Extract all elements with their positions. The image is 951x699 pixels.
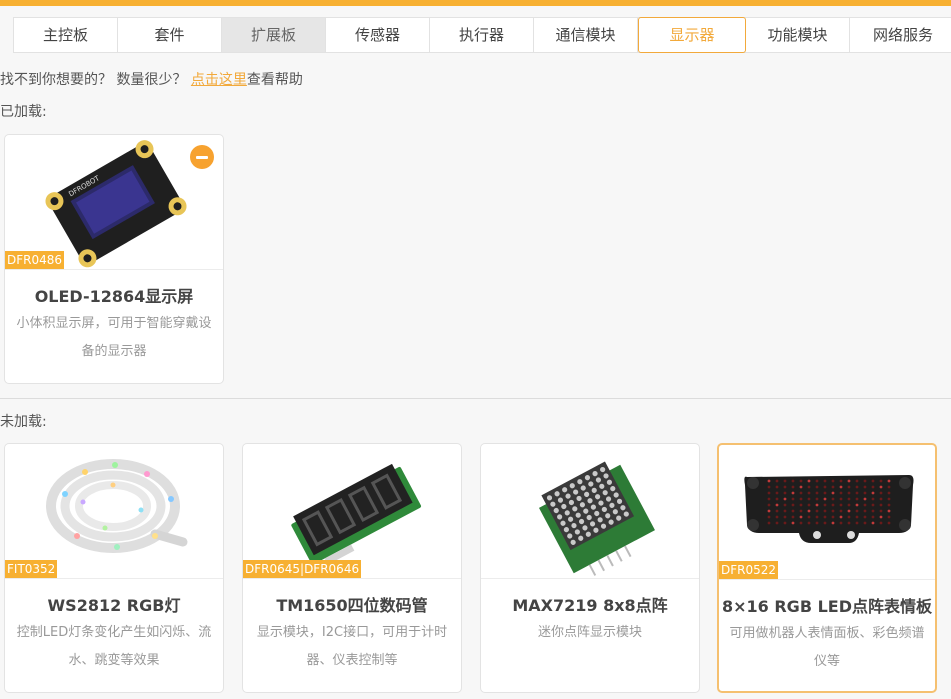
card-description: 小体积显示屏，可用于智能穿戴设备的显示器 <box>16 316 212 359</box>
card-image: FIT0352 <box>5 444 223 579</box>
help-text: 找不到你想要的？ 数量很少？ 点击这里查看帮助 <box>0 69 303 89</box>
loaded-section-label: 已加载: <box>0 104 47 120</box>
category-tabs: 主控板 套件 扩展板 传感器 执行器 通信模块 显示器 功能模块 网络服务 <box>13 17 951 53</box>
product-code-badge: DFR0522 <box>719 561 779 579</box>
card-image <box>481 444 699 579</box>
card-title: MAX7219 8x8点阵 <box>512 596 668 615</box>
tab-expansion-board[interactable]: 扩展板 <box>222 18 326 52</box>
tab-sensors[interactable]: 传感器 <box>326 18 430 52</box>
tab-network-services[interactable]: 网络服务 <box>850 18 951 52</box>
tab-function-modules[interactable]: 功能模块 <box>746 18 850 52</box>
card-description: 显示模块，I2C接口，可用于计时器、仪表控制等 <box>256 625 448 668</box>
rgb-face-panel-image <box>744 475 914 543</box>
product-code-badge: FIT0352 <box>5 560 58 578</box>
unloaded-section-label: 未加载: <box>0 414 47 430</box>
dot-matrix-image <box>539 461 655 576</box>
card-description: 迷你点阵显示模块 <box>537 625 642 640</box>
card-title: OLED-12864显示屏 <box>34 287 194 306</box>
product-code-badge: DFR0645|DFR0646 <box>243 560 362 578</box>
card-description: 可用做机器人表情面板、彩色频谱仪等 <box>729 626 925 669</box>
card-title: 8×16 RGB LED点阵表情板 <box>721 597 932 616</box>
section-divider <box>0 398 951 399</box>
extension-card-oled[interactable]: DFROBOT DFR0486 OLED-12864显示屏 小体积显示屏，可用于… <box>4 134 224 384</box>
help-suffix: 查看帮助 <box>246 72 303 88</box>
seven-segment-display-image <box>291 463 422 565</box>
tab-actuators[interactable]: 执行器 <box>430 18 534 52</box>
help-prefix: 找不到你想要的？ 数量很少？ <box>0 72 191 88</box>
help-link[interactable]: 点击这里 <box>191 72 247 88</box>
tab-main-board[interactable]: 主控板 <box>14 18 118 52</box>
card-image: DFR0522 <box>719 445 935 580</box>
extension-card-max7219[interactable]: MAX7219 8x8点阵 迷你点阵显示模块 <box>480 443 700 693</box>
tab-communication[interactable]: 通信模块 <box>534 18 638 52</box>
tab-kits[interactable]: 套件 <box>118 18 222 52</box>
card-title: TM1650四位数码管 <box>276 596 428 615</box>
extension-card-ws2812[interactable]: FIT0352 WS2812 RGB灯 控制LED灯条变化产生如闪烁、流水、跳变… <box>4 443 224 693</box>
extension-card-rgb-matrix[interactable]: DFR0522 8×16 RGB LED点阵表情板 可用做机器人表情面板、彩色频… <box>717 443 937 693</box>
product-code-badge: DFR0486 <box>5 251 65 269</box>
tab-display[interactable]: 显示器 <box>638 17 746 53</box>
top-accent-bar <box>0 0 951 6</box>
card-description: 控制LED灯条变化产生如闪烁、流水、跳变等效果 <box>16 625 212 668</box>
led-strip-image <box>46 459 188 553</box>
extension-card-tm1650[interactable]: DFR0645|DFR0646 TM1650四位数码管 显示模块，I2C接口，可… <box>242 443 462 693</box>
remove-icon[interactable] <box>190 145 214 169</box>
card-image: DFR0645|DFR0646 <box>243 444 461 579</box>
card-title: WS2812 RGB灯 <box>47 596 181 615</box>
